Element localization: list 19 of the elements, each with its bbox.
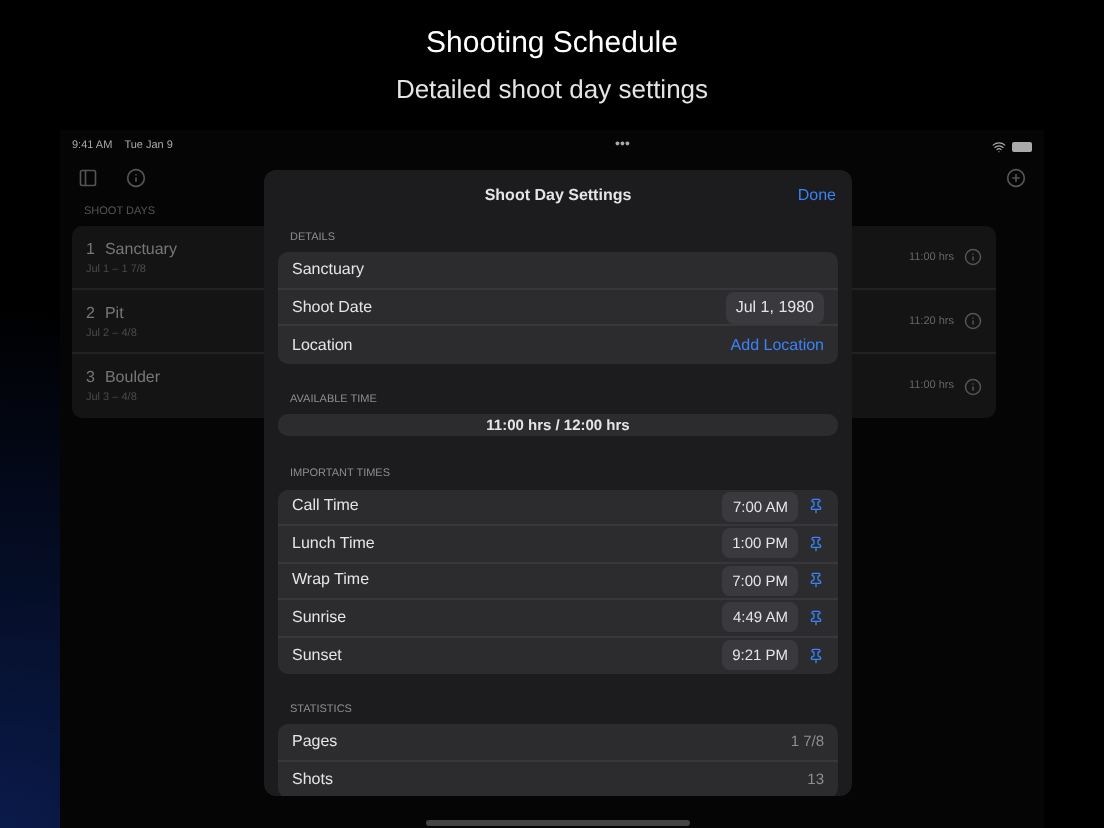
page-title: Shooting Schedule <box>426 26 678 62</box>
day-number: 3 <box>86 366 95 391</box>
page-subtitle: Detailed shoot day settings <box>395 74 709 106</box>
day-name: Pit <box>104 301 124 326</box>
row-label: Wrap Time <box>292 568 370 593</box>
day-number: 2 <box>86 301 95 326</box>
day-name: Boulder <box>104 366 161 391</box>
sheet-title: Shoot Day Settings <box>484 184 632 208</box>
row-label: Sanctuary <box>292 258 365 282</box>
row-label: Sunset <box>292 643 342 668</box>
day-name: Sanctuary <box>104 237 177 262</box>
row-label: Shots <box>292 768 333 792</box>
row-label: Shoot Date <box>292 295 373 319</box>
day-number: 1 <box>86 237 95 262</box>
row-label: Sunrise <box>292 605 347 630</box>
row-label: Call Time <box>292 494 359 519</box>
row-label: Lunch Time <box>292 531 375 556</box>
row-label: Location <box>292 333 353 357</box>
row-label: Pages <box>292 730 338 754</box>
